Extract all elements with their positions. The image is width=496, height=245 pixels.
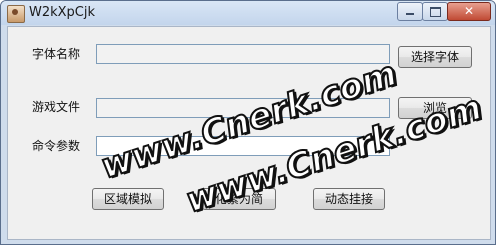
command-args-label: 命令参数 bbox=[32, 139, 81, 153]
dynamic-hook-button[interactable]: 动态挂接 bbox=[313, 188, 385, 210]
minimize-button[interactable] bbox=[397, 2, 423, 21]
window-title: W2kXpCjk bbox=[29, 5, 96, 20]
close-icon: ✕ bbox=[463, 4, 475, 18]
app-window: W2kXpCjk ✕ 字体名称 选择字体 游戏文件 浏览 命令参数 区域模拟 化… bbox=[0, 0, 496, 245]
region-sim-button[interactable]: 区域模拟 bbox=[92, 188, 164, 210]
close-button[interactable]: ✕ bbox=[447, 2, 491, 21]
game-file-label: 游戏文件 bbox=[32, 100, 81, 114]
maximize-icon bbox=[430, 7, 441, 17]
font-name-field[interactable] bbox=[96, 44, 390, 64]
choose-font-button[interactable]: 选择字体 bbox=[398, 46, 472, 68]
minimize-icon bbox=[406, 13, 414, 15]
title-bar[interactable]: W2kXpCjk ✕ bbox=[1, 1, 495, 25]
font-name-label: 字体名称 bbox=[32, 47, 81, 61]
maximize-button[interactable] bbox=[422, 2, 448, 21]
app-icon bbox=[7, 5, 25, 23]
